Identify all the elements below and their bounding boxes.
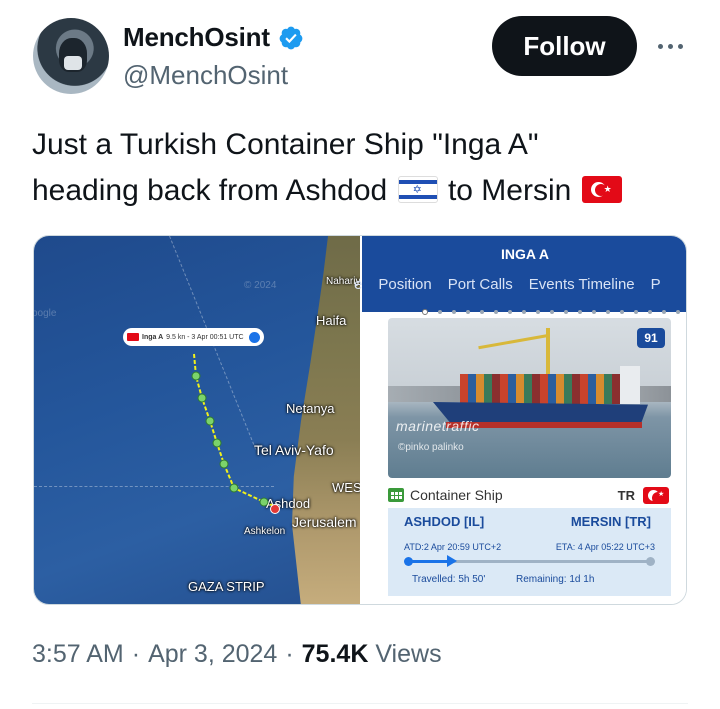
- photo-containers: [460, 374, 620, 404]
- vessel-tabs: e Position Port Calls Events Timeline P: [354, 276, 661, 293]
- follow-button[interactable]: Follow: [492, 16, 637, 76]
- progress-end-dot: [646, 557, 655, 566]
- tweet-text: Just a Turkish Container Ship "Inga A" h…: [32, 122, 692, 214]
- tab-events-timeline[interactable]: Events Timeline: [529, 276, 635, 293]
- tweet-time[interactable]: 3:57 AM: [32, 640, 124, 669]
- photo-count-badge: 91: [637, 328, 665, 348]
- vessel-type: Container Ship: [410, 487, 503, 503]
- vessel-panel-header: INGA A e Position Port Calls Events Time…: [354, 236, 686, 312]
- views-label: Views: [375, 640, 442, 668]
- turkey-flag-icon: ★: [643, 486, 669, 504]
- more-dot: [657, 43, 663, 49]
- views-count: 75.4K: [301, 640, 369, 668]
- tweet-line-2-a: heading back from Ashdod: [32, 174, 388, 207]
- author-name-row: MenchOsint: [123, 22, 304, 53]
- tab-partial-right[interactable]: P: [651, 276, 661, 293]
- progress-start-dot: [404, 557, 413, 566]
- tweet-date[interactable]: Apr 3, 2024: [148, 640, 277, 669]
- tweet-media[interactable]: © 2024 oogle Nahariya Haifa Netanya Tel …: [33, 235, 687, 605]
- tab-partial-left[interactable]: e: [354, 276, 362, 293]
- tweet-line-2-b: to Mersin: [447, 174, 572, 207]
- ship-label-name: Inga A: [142, 333, 164, 341]
- voyage-progress-bar: [404, 555, 655, 567]
- progress-arrow-icon: [446, 555, 457, 567]
- photo-crane-arm: [478, 333, 550, 350]
- turkey-flag-icon: [127, 333, 139, 341]
- photo-bridge: [620, 366, 640, 404]
- meta-separator: ·: [131, 640, 141, 668]
- turkey-flag-icon: ★: [581, 176, 622, 203]
- travelled-time: Travelled: 5h 50': [412, 574, 486, 585]
- ship-track-line: [191, 353, 275, 507]
- vessel-type-row: Container Ship TR ★: [388, 484, 671, 506]
- voyage-route: ASHDOD [IL] MERSIN [TR] ATD:2 Apr 20:59 …: [388, 508, 671, 596]
- photo-watermark: marinetraffic: [396, 418, 480, 434]
- handle[interactable]: @MenchOsint: [123, 60, 288, 91]
- vessel-photo[interactable]: marinetraffic ©pinko palinko: [388, 318, 671, 478]
- more-options-icon[interactable]: [652, 36, 688, 56]
- avatar-mask: [64, 56, 82, 70]
- tweet-line-1: Just a Turkish Container Ship "Inga A": [32, 128, 539, 161]
- more-dot: [677, 43, 683, 49]
- vessel-info-panel: INGA A e Position Port Calls Events Time…: [354, 236, 686, 604]
- destination-pin-icon: [270, 504, 280, 514]
- more-dot: [667, 43, 673, 49]
- ship-position-label[interactable]: Inga A 9.5 kn - 3 Apr 00:51 UTC: [123, 328, 264, 346]
- ship-label-info: 9.5 kn - 3 Apr 00:51 UTC: [166, 333, 244, 341]
- divider: [32, 703, 688, 704]
- arrival-port[interactable]: MERSIN [TR]: [571, 514, 651, 529]
- tweet-meta: 3:57 AM · Apr 3, 2024 · 75.4K Views: [32, 640, 442, 669]
- departure-port[interactable]: ASHDOD [IL]: [404, 514, 484, 529]
- meta-separator: ·: [285, 640, 294, 668]
- atd-time: ATD:2 Apr 20:59 UTC+2: [404, 542, 502, 552]
- photo-credit: ©pinko palinko: [398, 442, 464, 453]
- photo-carousel-dots[interactable]: [422, 309, 686, 315]
- arrow-right-icon: [249, 331, 260, 343]
- tab-port-calls[interactable]: Port Calls: [448, 276, 513, 293]
- vessel-name: INGA A: [501, 246, 549, 262]
- tab-position[interactable]: Position: [378, 276, 431, 293]
- ship-track-map[interactable]: © 2024 oogle Nahariya Haifa Netanya Tel …: [34, 236, 360, 604]
- verified-badge-icon: [279, 26, 303, 49]
- eta-time: ETA: 4 Apr 05:22 UTC+3: [555, 542, 655, 552]
- israel-flag-icon: ✡: [397, 176, 438, 203]
- container-grid-icon: [388, 488, 404, 502]
- tweet-line-2: heading back from Ashdod ✡ to Mersin ★: [32, 168, 692, 214]
- remaining-time: Remaining: 1d 1h: [516, 574, 595, 585]
- flag-country-code: TR: [617, 487, 635, 503]
- display-name[interactable]: MenchOsint: [123, 22, 270, 53]
- avatar[interactable]: [33, 18, 109, 94]
